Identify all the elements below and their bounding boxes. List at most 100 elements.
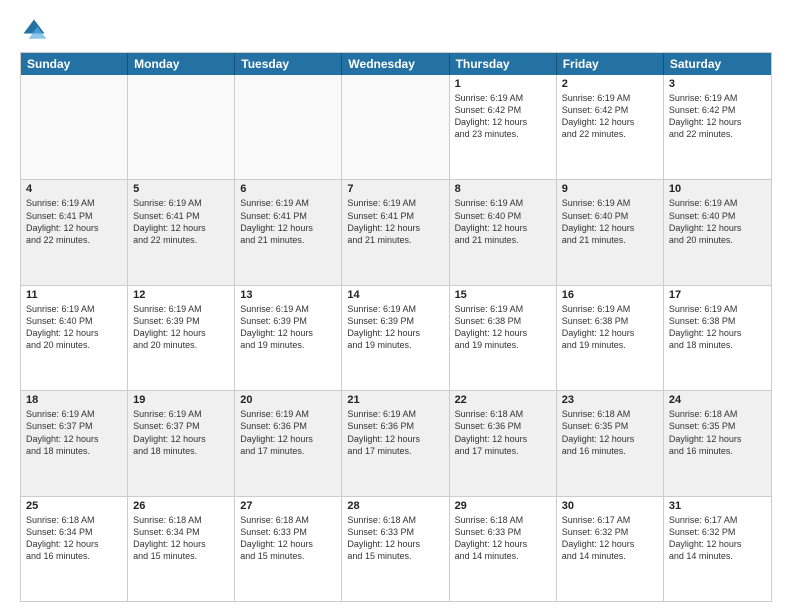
cell-info: Sunrise: 6:19 AM Sunset: 6:36 PM Dayligh… bbox=[240, 408, 336, 457]
day-number: 23 bbox=[562, 394, 658, 406]
cell-info: Sunrise: 6:19 AM Sunset: 6:39 PM Dayligh… bbox=[347, 303, 443, 352]
cell-info: Sunrise: 6:19 AM Sunset: 6:39 PM Dayligh… bbox=[240, 303, 336, 352]
day-number: 18 bbox=[26, 394, 122, 406]
calendar-header: SundayMondayTuesdayWednesdayThursdayFrid… bbox=[21, 53, 771, 75]
day-number: 30 bbox=[562, 500, 658, 512]
day-number: 6 bbox=[240, 183, 336, 195]
logo bbox=[20, 16, 52, 44]
cell-info: Sunrise: 6:19 AM Sunset: 6:41 PM Dayligh… bbox=[240, 197, 336, 246]
cal-cell-9: 9 Sunrise: 6:19 AM Sunset: 6:40 PM Daylig… bbox=[557, 180, 664, 284]
day-number: 28 bbox=[347, 500, 443, 512]
cal-cell-11: 11 Sunrise: 6:19 AM Sunset: 6:40 PM Dayli… bbox=[21, 286, 128, 390]
day-number: 8 bbox=[455, 183, 551, 195]
cal-cell-23: 23 Sunrise: 6:18 AM Sunset: 6:35 PM Dayli… bbox=[557, 391, 664, 495]
cal-cell-3: 3 Sunrise: 6:19 AM Sunset: 6:42 PM Daylig… bbox=[664, 75, 771, 179]
cell-info: Sunrise: 6:19 AM Sunset: 6:42 PM Dayligh… bbox=[669, 92, 766, 141]
day-number: 26 bbox=[133, 500, 229, 512]
cal-cell-empty-0 bbox=[21, 75, 128, 179]
day-number: 20 bbox=[240, 394, 336, 406]
cal-week-1: 4 Sunrise: 6:19 AM Sunset: 6:41 PM Daylig… bbox=[21, 180, 771, 285]
cal-cell-15: 15Sunrise: 6:19 AM Sunset: 6:38 PM Dayli… bbox=[450, 286, 557, 390]
cell-info: Sunrise: 6:19 AM Sunset: 6:42 PM Dayligh… bbox=[562, 92, 658, 141]
cell-info: Sunrise: 6:18 AM Sunset: 6:33 PM Dayligh… bbox=[455, 514, 551, 563]
cal-week-4: 25Sunrise: 6:18 AM Sunset: 6:34 PM Dayli… bbox=[21, 497, 771, 601]
calendar-body: 1 Sunrise: 6:19 AM Sunset: 6:42 PM Daylig… bbox=[21, 75, 771, 601]
page: SundayMondayTuesdayWednesdayThursdayFrid… bbox=[0, 0, 792, 612]
cal-header-cell-sunday: Sunday bbox=[21, 53, 128, 75]
cell-info: Sunrise: 6:19 AM Sunset: 6:40 PM Dayligh… bbox=[26, 303, 122, 352]
cal-cell-empty-3 bbox=[342, 75, 449, 179]
cal-cell-30: 30 Sunrise: 6:17 AM Sunset: 6:32 PM Dayli… bbox=[557, 497, 664, 601]
cal-cell-18: 18 Sunrise: 6:19 AM Sunset: 6:37 PM Dayli… bbox=[21, 391, 128, 495]
cal-header-cell-monday: Monday bbox=[128, 53, 235, 75]
day-number: 14 bbox=[347, 289, 443, 301]
cal-header-cell-thursday: Thursday bbox=[450, 53, 557, 75]
cell-info: Sunrise: 6:19 AM Sunset: 6:38 PM Dayligh… bbox=[669, 303, 766, 352]
day-number: 27 bbox=[240, 500, 336, 512]
cell-info: Sunrise: 6:17 AM Sunset: 6:32 PM Dayligh… bbox=[562, 514, 658, 563]
cal-cell-empty-2 bbox=[235, 75, 342, 179]
cal-cell-29: 29 Sunrise: 6:18 AM Sunset: 6:33 PM Dayli… bbox=[450, 497, 557, 601]
cell-info: Sunrise: 6:19 AM Sunset: 6:38 PM Dayligh… bbox=[562, 303, 658, 352]
day-number: 11 bbox=[26, 289, 122, 301]
cal-cell-21: 21Sunrise: 6:19 AM Sunset: 6:36 PM Dayli… bbox=[342, 391, 449, 495]
cell-info: Sunrise: 6:18 AM Sunset: 6:34 PM Dayligh… bbox=[26, 514, 122, 563]
calendar: SundayMondayTuesdayWednesdayThursdayFrid… bbox=[20, 52, 772, 602]
cell-info: Sunrise: 6:18 AM Sunset: 6:33 PM Dayligh… bbox=[240, 514, 336, 563]
cal-cell-empty-1 bbox=[128, 75, 235, 179]
day-number: 31 bbox=[669, 500, 766, 512]
cal-cell-12: 12 Sunrise: 6:19 AM Sunset: 6:39 PM Dayli… bbox=[128, 286, 235, 390]
cal-cell-13: 13 Sunrise: 6:19 AM Sunset: 6:39 PM Dayli… bbox=[235, 286, 342, 390]
cal-header-cell-friday: Friday bbox=[557, 53, 664, 75]
cell-info: Sunrise: 6:19 AM Sunset: 6:40 PM Dayligh… bbox=[455, 197, 551, 246]
day-number: 17 bbox=[669, 289, 766, 301]
cell-info: Sunrise: 6:18 AM Sunset: 6:34 PM Dayligh… bbox=[133, 514, 229, 563]
cell-info: Sunrise: 6:19 AM Sunset: 6:42 PM Dayligh… bbox=[455, 92, 551, 141]
day-number: 29 bbox=[455, 500, 551, 512]
logo-icon bbox=[20, 16, 48, 44]
cell-info: Sunrise: 6:18 AM Sunset: 6:36 PM Dayligh… bbox=[455, 408, 551, 457]
day-number: 16 bbox=[562, 289, 658, 301]
cal-cell-16: 16 Sunrise: 6:19 AM Sunset: 6:38 PM Dayli… bbox=[557, 286, 664, 390]
cal-week-3: 18 Sunrise: 6:19 AM Sunset: 6:37 PM Dayli… bbox=[21, 391, 771, 496]
cell-info: Sunrise: 6:18 AM Sunset: 6:33 PM Dayligh… bbox=[347, 514, 443, 563]
day-number: 1 bbox=[455, 78, 551, 90]
day-number: 3 bbox=[669, 78, 766, 90]
cal-header-cell-wednesday: Wednesday bbox=[342, 53, 449, 75]
cell-info: Sunrise: 6:19 AM Sunset: 6:41 PM Dayligh… bbox=[133, 197, 229, 246]
cell-info: Sunrise: 6:19 AM Sunset: 6:37 PM Dayligh… bbox=[26, 408, 122, 457]
day-number: 24 bbox=[669, 394, 766, 406]
cal-cell-28: 28 Sunrise: 6:18 AM Sunset: 6:33 PM Dayli… bbox=[342, 497, 449, 601]
cell-info: Sunrise: 6:19 AM Sunset: 6:41 PM Dayligh… bbox=[26, 197, 122, 246]
day-number: 9 bbox=[562, 183, 658, 195]
cal-cell-26: 26 Sunrise: 6:18 AM Sunset: 6:34 PM Dayli… bbox=[128, 497, 235, 601]
cal-week-2: 11 Sunrise: 6:19 AM Sunset: 6:40 PM Dayli… bbox=[21, 286, 771, 391]
cal-header-cell-saturday: Saturday bbox=[664, 53, 771, 75]
cal-cell-25: 25Sunrise: 6:18 AM Sunset: 6:34 PM Dayli… bbox=[21, 497, 128, 601]
cell-info: Sunrise: 6:19 AM Sunset: 6:41 PM Dayligh… bbox=[347, 197, 443, 246]
cell-info: Sunrise: 6:18 AM Sunset: 6:35 PM Dayligh… bbox=[562, 408, 658, 457]
cal-week-0: 1 Sunrise: 6:19 AM Sunset: 6:42 PM Daylig… bbox=[21, 75, 771, 180]
cell-info: Sunrise: 6:19 AM Sunset: 6:39 PM Dayligh… bbox=[133, 303, 229, 352]
cell-info: Sunrise: 6:18 AM Sunset: 6:35 PM Dayligh… bbox=[669, 408, 766, 457]
day-number: 10 bbox=[669, 183, 766, 195]
cal-cell-5: 5Sunrise: 6:19 AM Sunset: 6:41 PM Daylig… bbox=[128, 180, 235, 284]
cal-cell-6: 6 Sunrise: 6:19 AM Sunset: 6:41 PM Daylig… bbox=[235, 180, 342, 284]
day-number: 7 bbox=[347, 183, 443, 195]
cal-header-cell-tuesday: Tuesday bbox=[235, 53, 342, 75]
cal-cell-24: 24 Sunrise: 6:18 AM Sunset: 6:35 PM Dayli… bbox=[664, 391, 771, 495]
header bbox=[20, 16, 772, 44]
day-number: 22 bbox=[455, 394, 551, 406]
cell-info: Sunrise: 6:19 AM Sunset: 6:40 PM Dayligh… bbox=[562, 197, 658, 246]
day-number: 13 bbox=[240, 289, 336, 301]
day-number: 2 bbox=[562, 78, 658, 90]
day-number: 12 bbox=[133, 289, 229, 301]
day-number: 19 bbox=[133, 394, 229, 406]
cell-info: Sunrise: 6:19 AM Sunset: 6:36 PM Dayligh… bbox=[347, 408, 443, 457]
cal-cell-22: 22 Sunrise: 6:18 AM Sunset: 6:36 PM Dayli… bbox=[450, 391, 557, 495]
day-number: 4 bbox=[26, 183, 122, 195]
cal-cell-19: 19Sunrise: 6:19 AM Sunset: 6:37 PM Dayli… bbox=[128, 391, 235, 495]
cell-info: Sunrise: 6:19 AM Sunset: 6:40 PM Dayligh… bbox=[669, 197, 766, 246]
cell-info: Sunrise: 6:17 AM Sunset: 6:32 PM Dayligh… bbox=[669, 514, 766, 563]
cal-cell-17: 17 Sunrise: 6:19 AM Sunset: 6:38 PM Dayli… bbox=[664, 286, 771, 390]
